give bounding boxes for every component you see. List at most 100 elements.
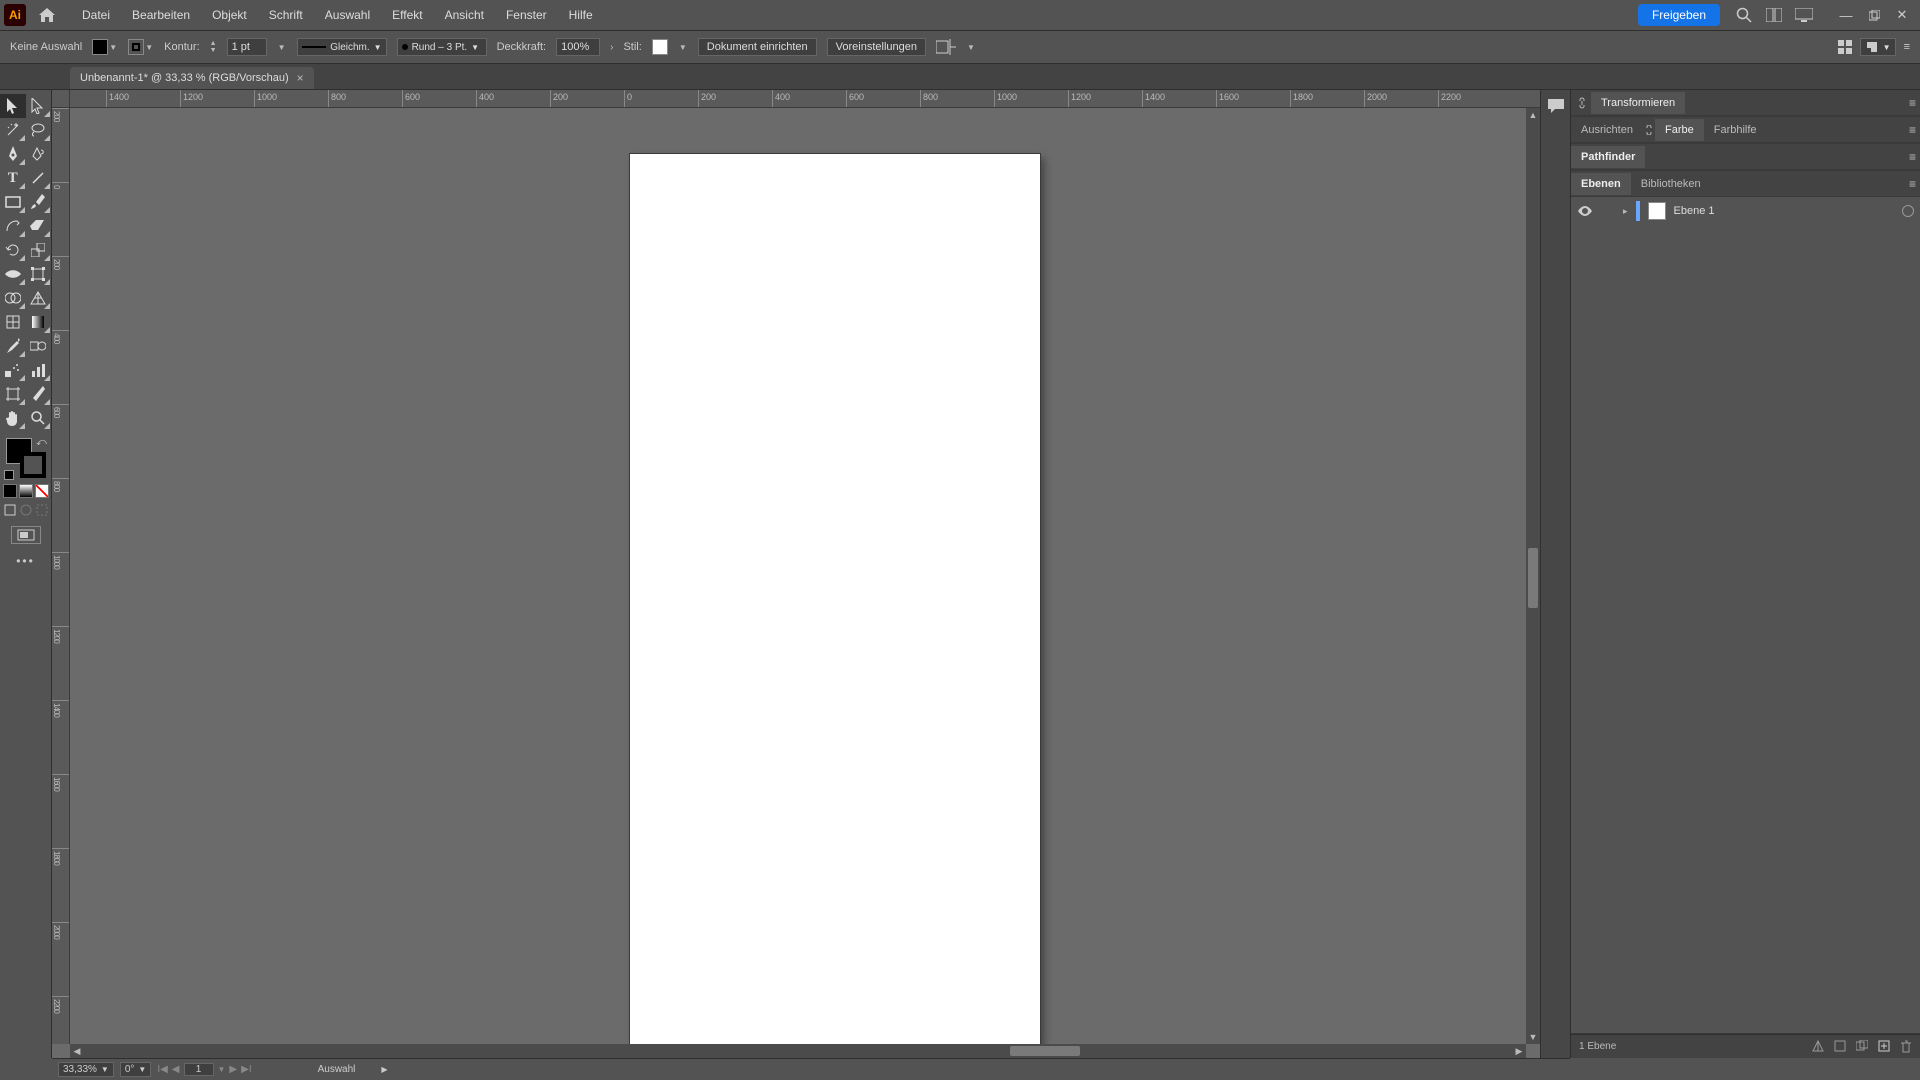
stroke-swatch-dropdown[interactable]: ▼ bbox=[144, 39, 154, 55]
ruler-origin[interactable] bbox=[52, 90, 70, 108]
zoom-level-dropdown[interactable]: 33,33%▼ bbox=[58, 1062, 114, 1077]
artboard-last-button[interactable]: ▶I bbox=[241, 1064, 251, 1075]
menu-auswahl[interactable]: Auswahl bbox=[315, 2, 380, 28]
eyedropper-tool[interactable] bbox=[0, 334, 26, 358]
vertical-scroll-thumb[interactable] bbox=[1528, 548, 1538, 608]
ruler-horizontal[interactable]: 1400120010008006004002000200400600800100… bbox=[70, 90, 1540, 108]
perspective-grid-tool[interactable] bbox=[26, 286, 52, 310]
tab-farbe[interactable]: Farbe bbox=[1655, 119, 1704, 141]
align-to-dropdown[interactable]: ▼ bbox=[966, 39, 976, 55]
paintbrush-tool[interactable] bbox=[26, 190, 52, 214]
line-segment-tool[interactable] bbox=[26, 166, 52, 190]
fill-stroke-indicator[interactable]: ⤺ bbox=[4, 436, 48, 480]
width-tool[interactable] bbox=[0, 262, 26, 286]
scroll-up-button[interactable]: ▲ bbox=[1526, 108, 1540, 122]
controlbar-essentials-dropdown[interactable]: ▼ bbox=[1860, 38, 1896, 56]
artboard-tool[interactable] bbox=[0, 382, 26, 406]
artboard[interactable] bbox=[630, 154, 1040, 1044]
type-tool[interactable]: T bbox=[0, 166, 26, 190]
opacity-input[interactable] bbox=[556, 38, 600, 56]
comments-panel-button[interactable] bbox=[1547, 98, 1565, 114]
swap-fill-stroke-button[interactable]: ⤺ bbox=[36, 436, 48, 448]
lasso-tool[interactable] bbox=[26, 118, 52, 142]
artboard-prev-button[interactable]: ◀ bbox=[172, 1064, 180, 1075]
scroll-down-button[interactable]: ▼ bbox=[1526, 1030, 1540, 1044]
magic-wand-tool[interactable] bbox=[0, 118, 26, 142]
tab-transformieren[interactable]: Transformieren bbox=[1591, 92, 1685, 114]
horizontal-scrollbar[interactable]: ◀ ▶ bbox=[70, 1044, 1526, 1058]
edit-toolbar-button[interactable]: ••• bbox=[0, 554, 51, 568]
canvas-area[interactable] bbox=[70, 108, 1526, 1044]
controlbar-menu-button[interactable]: ≡ bbox=[1904, 41, 1910, 53]
document-tab[interactable]: Unbenannt-1* @ 33,33 % (RGB/Vorschau) × bbox=[70, 67, 314, 89]
curvature-tool[interactable] bbox=[26, 142, 52, 166]
mesh-tool[interactable] bbox=[0, 310, 26, 334]
stroke-weight-input[interactable] bbox=[227, 38, 267, 56]
artboard-number-input[interactable]: 1 bbox=[184, 1063, 214, 1076]
window-minimize-button[interactable]: — bbox=[1832, 4, 1860, 26]
delete-layer-button[interactable] bbox=[1900, 1040, 1912, 1054]
panel-menu-button[interactable]: ≡ bbox=[1909, 96, 1916, 110]
column-graph-tool[interactable] bbox=[26, 358, 52, 382]
document-setup-button[interactable]: Dokument einrichten bbox=[698, 38, 817, 56]
artboard-first-button[interactable]: I◀ bbox=[157, 1064, 167, 1075]
home-button[interactable] bbox=[34, 4, 60, 26]
layer-expand-toggle[interactable]: ▸ bbox=[1623, 206, 1628, 217]
menu-schrift[interactable]: Schrift bbox=[259, 2, 313, 28]
brush-definition-dropdown[interactable]: Rund – 3 Pt. ▼ bbox=[397, 38, 487, 56]
horizontal-scroll-thumb[interactable] bbox=[1010, 1046, 1080, 1056]
stroke-color-box[interactable] bbox=[20, 452, 46, 478]
slice-tool[interactable] bbox=[26, 382, 52, 406]
selection-tool[interactable] bbox=[0, 94, 26, 118]
window-maximize-button[interactable] bbox=[1860, 4, 1888, 26]
vertical-scrollbar[interactable]: ▲ ▼ bbox=[1526, 108, 1540, 1044]
fill-mode-gradient[interactable] bbox=[19, 484, 33, 498]
layer-target-button[interactable] bbox=[1902, 205, 1914, 217]
draw-behind-icon[interactable] bbox=[20, 504, 32, 516]
search-button[interactable] bbox=[1730, 1, 1758, 29]
graphic-style-swatch[interactable] bbox=[652, 39, 668, 55]
menu-hilfe[interactable]: Hilfe bbox=[559, 2, 603, 28]
gradient-tool[interactable] bbox=[26, 310, 52, 334]
artboard-next-button[interactable]: ▶ bbox=[229, 1064, 237, 1075]
draw-inside-icon[interactable] bbox=[36, 504, 48, 516]
arrange-documents-button[interactable] bbox=[1760, 1, 1788, 29]
shaper-tool[interactable] bbox=[0, 214, 26, 238]
draw-normal-icon[interactable] bbox=[4, 504, 16, 516]
layer-name[interactable]: Ebene 1 bbox=[1674, 205, 1715, 217]
preferences-button[interactable]: Voreinstellungen bbox=[827, 38, 926, 56]
blend-tool[interactable] bbox=[26, 334, 52, 358]
document-tab-close-button[interactable]: × bbox=[297, 71, 304, 85]
direct-selection-tool[interactable] bbox=[26, 94, 52, 118]
menu-datei[interactable]: Datei bbox=[72, 2, 120, 28]
window-close-button[interactable]: ✕ bbox=[1888, 4, 1916, 26]
hand-tool[interactable] bbox=[0, 406, 26, 430]
share-button[interactable]: Freigeben bbox=[1638, 4, 1720, 26]
default-fill-stroke-button[interactable] bbox=[4, 470, 14, 480]
menu-fenster[interactable]: Fenster bbox=[496, 2, 557, 28]
align-to-button[interactable] bbox=[936, 39, 956, 55]
make-clipping-mask-button[interactable] bbox=[1834, 1040, 1846, 1054]
rotate-tool[interactable] bbox=[0, 238, 26, 262]
menu-bearbeiten[interactable]: Bearbeiten bbox=[122, 2, 200, 28]
panel-menu-button[interactable]: ≡ bbox=[1909, 150, 1916, 164]
menu-effekt[interactable]: Effekt bbox=[382, 2, 432, 28]
symbol-sprayer-tool[interactable] bbox=[0, 358, 26, 382]
fill-mode-color[interactable] bbox=[3, 484, 17, 498]
shape-builder-tool[interactable] bbox=[0, 286, 26, 310]
stroke-weight-dropdown[interactable]: ▼ bbox=[277, 39, 287, 55]
tab-pathfinder[interactable]: Pathfinder bbox=[1571, 146, 1645, 168]
link-icon[interactable] bbox=[1577, 97, 1587, 109]
tab-farbhilfe[interactable]: Farbhilfe bbox=[1704, 119, 1767, 141]
eraser-tool[interactable] bbox=[26, 214, 52, 238]
stroke-weight-stepper[interactable]: ▲▼ bbox=[210, 40, 217, 54]
layer-visibility-toggle[interactable] bbox=[1577, 203, 1593, 219]
rotation-dropdown[interactable]: 0°▼ bbox=[120, 1062, 151, 1077]
panel-menu-button[interactable]: ≡ bbox=[1909, 177, 1916, 191]
panel-menu-button[interactable]: ≡ bbox=[1909, 123, 1916, 137]
menu-objekt[interactable]: Objekt bbox=[202, 2, 257, 28]
new-layer-button[interactable] bbox=[1878, 1040, 1890, 1054]
stroke-profile-dropdown[interactable]: Gleichm. ▼ bbox=[297, 38, 387, 56]
controlbar-view1-button[interactable] bbox=[1838, 40, 1852, 54]
tab-bibliotheken[interactable]: Bibliotheken bbox=[1631, 173, 1711, 195]
